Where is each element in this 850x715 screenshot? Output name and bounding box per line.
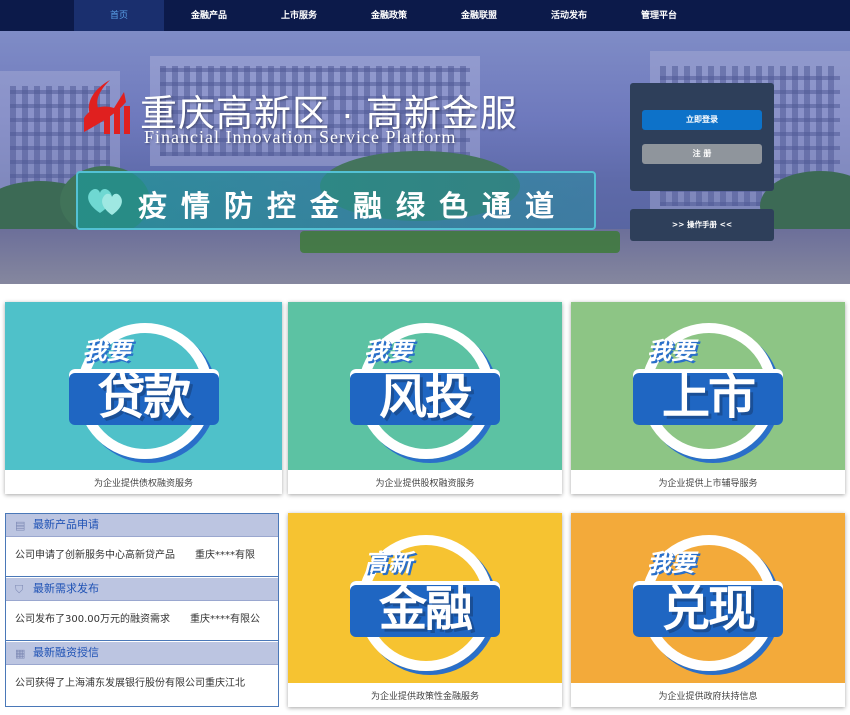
card-finance-image: 高新 金融 <box>288 513 562 683</box>
card-loan-image: 我要 贷款 <box>5 302 282 470</box>
card-listing-image: 我要 上市 <box>571 302 845 470</box>
nav-item-policy[interactable]: 金融政策 <box>344 0 434 31</box>
section-header-products[interactable]: ▤ 最新产品申请 <box>6 514 278 537</box>
badge-small-text: 我要 <box>647 549 695 577</box>
nav-item-alliance[interactable]: 金融联盟 <box>434 0 524 31</box>
card-redeem[interactable]: 我要 兑现 为企业提供政府扶持信息 <box>571 513 845 707</box>
card-redeem-image: 我要 兑现 <box>571 513 845 683</box>
nav-item-admin[interactable]: 管理平台 <box>614 0 704 31</box>
nav-item-products[interactable]: 金融产品 <box>164 0 254 31</box>
news-text: 公司发布了300.00万元的融资需求 重庆****有限公 <box>15 614 260 625</box>
user-manual-button[interactable]: >> 操作手册 << <box>630 209 774 241</box>
badge-small-text: 我要 <box>82 337 131 365</box>
card-caption: 为企业提供政府扶持信息 <box>658 692 758 702</box>
news-text: 公司获得了上海浦东发展银行股份有限公司重庆江北 <box>15 678 245 689</box>
top-nav: 首页 金融产品 上市服务 金融政策 金融联盟 活动发布 管理平台 <box>0 0 850 31</box>
badge-small-text: 我要 <box>647 337 695 365</box>
section-title: 最新需求发布 <box>33 582 99 595</box>
promo-text: 疫情防控金融绿色通道 <box>138 189 569 223</box>
shield-icon: ⛉ <box>15 583 24 596</box>
lawn <box>300 231 620 253</box>
badge-small-text: 我要 <box>364 337 412 365</box>
card-loan[interactable]: 我要 贷款 为企业提供债权融资服务 <box>5 302 282 494</box>
epidemic-green-channel-banner[interactable]: 疫情防控金融绿色通道 <box>76 171 596 230</box>
news-row-demands[interactable]: 公司发布了300.00万元的融资需求 重庆****有限公 <box>6 601 278 641</box>
card-caption: 为企业提供股权融资服务 <box>375 479 475 489</box>
listing-badge: 我要 上市 <box>633 311 783 461</box>
card-caption: 为企业提供债权融资服务 <box>93 479 193 489</box>
section-header-demands[interactable]: ⛉ 最新需求发布 <box>6 578 278 601</box>
redeem-badge: 我要 兑现 <box>633 523 783 673</box>
badge-big-text: 金融 <box>350 581 500 637</box>
card-caption: 为企业提供上市辅导服务 <box>658 479 758 489</box>
section-header-credit[interactable]: ▦ 最新融资授信 <box>6 642 278 665</box>
document-icon: ▤ <box>15 519 26 532</box>
card-venture-image: 我要 风投 <box>288 302 562 470</box>
news-row-credit[interactable]: 公司获得了上海浦东发展银行股份有限公司重庆江北 <box>6 665 278 706</box>
news-row-products[interactable]: 公司申请了创新服务中心高新贷产品 重庆****有限 <box>6 537 278 577</box>
news-text: 公司申请了创新服务中心高新贷产品 重庆****有限 <box>15 550 255 561</box>
nav-item-listing[interactable]: 上市服务 <box>254 0 344 31</box>
district-logo-icon <box>84 80 130 134</box>
venture-badge: 我要 风投 <box>350 311 500 461</box>
badge-big-text: 贷款 <box>68 369 219 425</box>
badge-big-text: 上市 <box>633 369 783 425</box>
badge-big-text: 风投 <box>350 369 500 425</box>
badge-small-text: 高新 <box>364 549 412 577</box>
nav-item-events[interactable]: 活动发布 <box>524 0 614 31</box>
section-title: 最新产品申请 <box>33 518 99 531</box>
loan-badge: 我要 贷款 <box>68 311 219 461</box>
card-listing[interactable]: 我要 上市 为企业提供上市辅导服务 <box>571 302 845 494</box>
building-icon: ▦ <box>15 647 26 660</box>
login-panel: 立即登录 注 册 <box>630 83 774 191</box>
section-title: 最新融资授信 <box>33 646 99 659</box>
card-venture[interactable]: 我要 风投 为企业提供股权融资服务 <box>288 302 562 494</box>
badge-big-text: 兑现 <box>633 581 783 637</box>
register-button[interactable]: 注 册 <box>642 144 762 164</box>
finance-badge: 高新 金融 <box>350 523 500 673</box>
platform-title-en: Financial Innovation Service Platform <box>144 127 457 147</box>
hearts-icon <box>88 189 122 215</box>
login-button[interactable]: 立即登录 <box>642 110 762 130</box>
hero-banner: 重庆高新区 · 高新金服 Financial Innovation Servic… <box>0 31 850 284</box>
card-caption: 为企业提供政策性金融服务 <box>370 692 479 702</box>
card-finance[interactable]: 高新 金融 为企业提供政策性金融服务 <box>288 513 562 707</box>
nav-item-home[interactable]: 首页 <box>74 0 164 31</box>
latest-news-panel: ▤ 最新产品申请 公司申请了创新服务中心高新贷产品 重庆****有限 ⛉ 最新需… <box>5 513 279 707</box>
